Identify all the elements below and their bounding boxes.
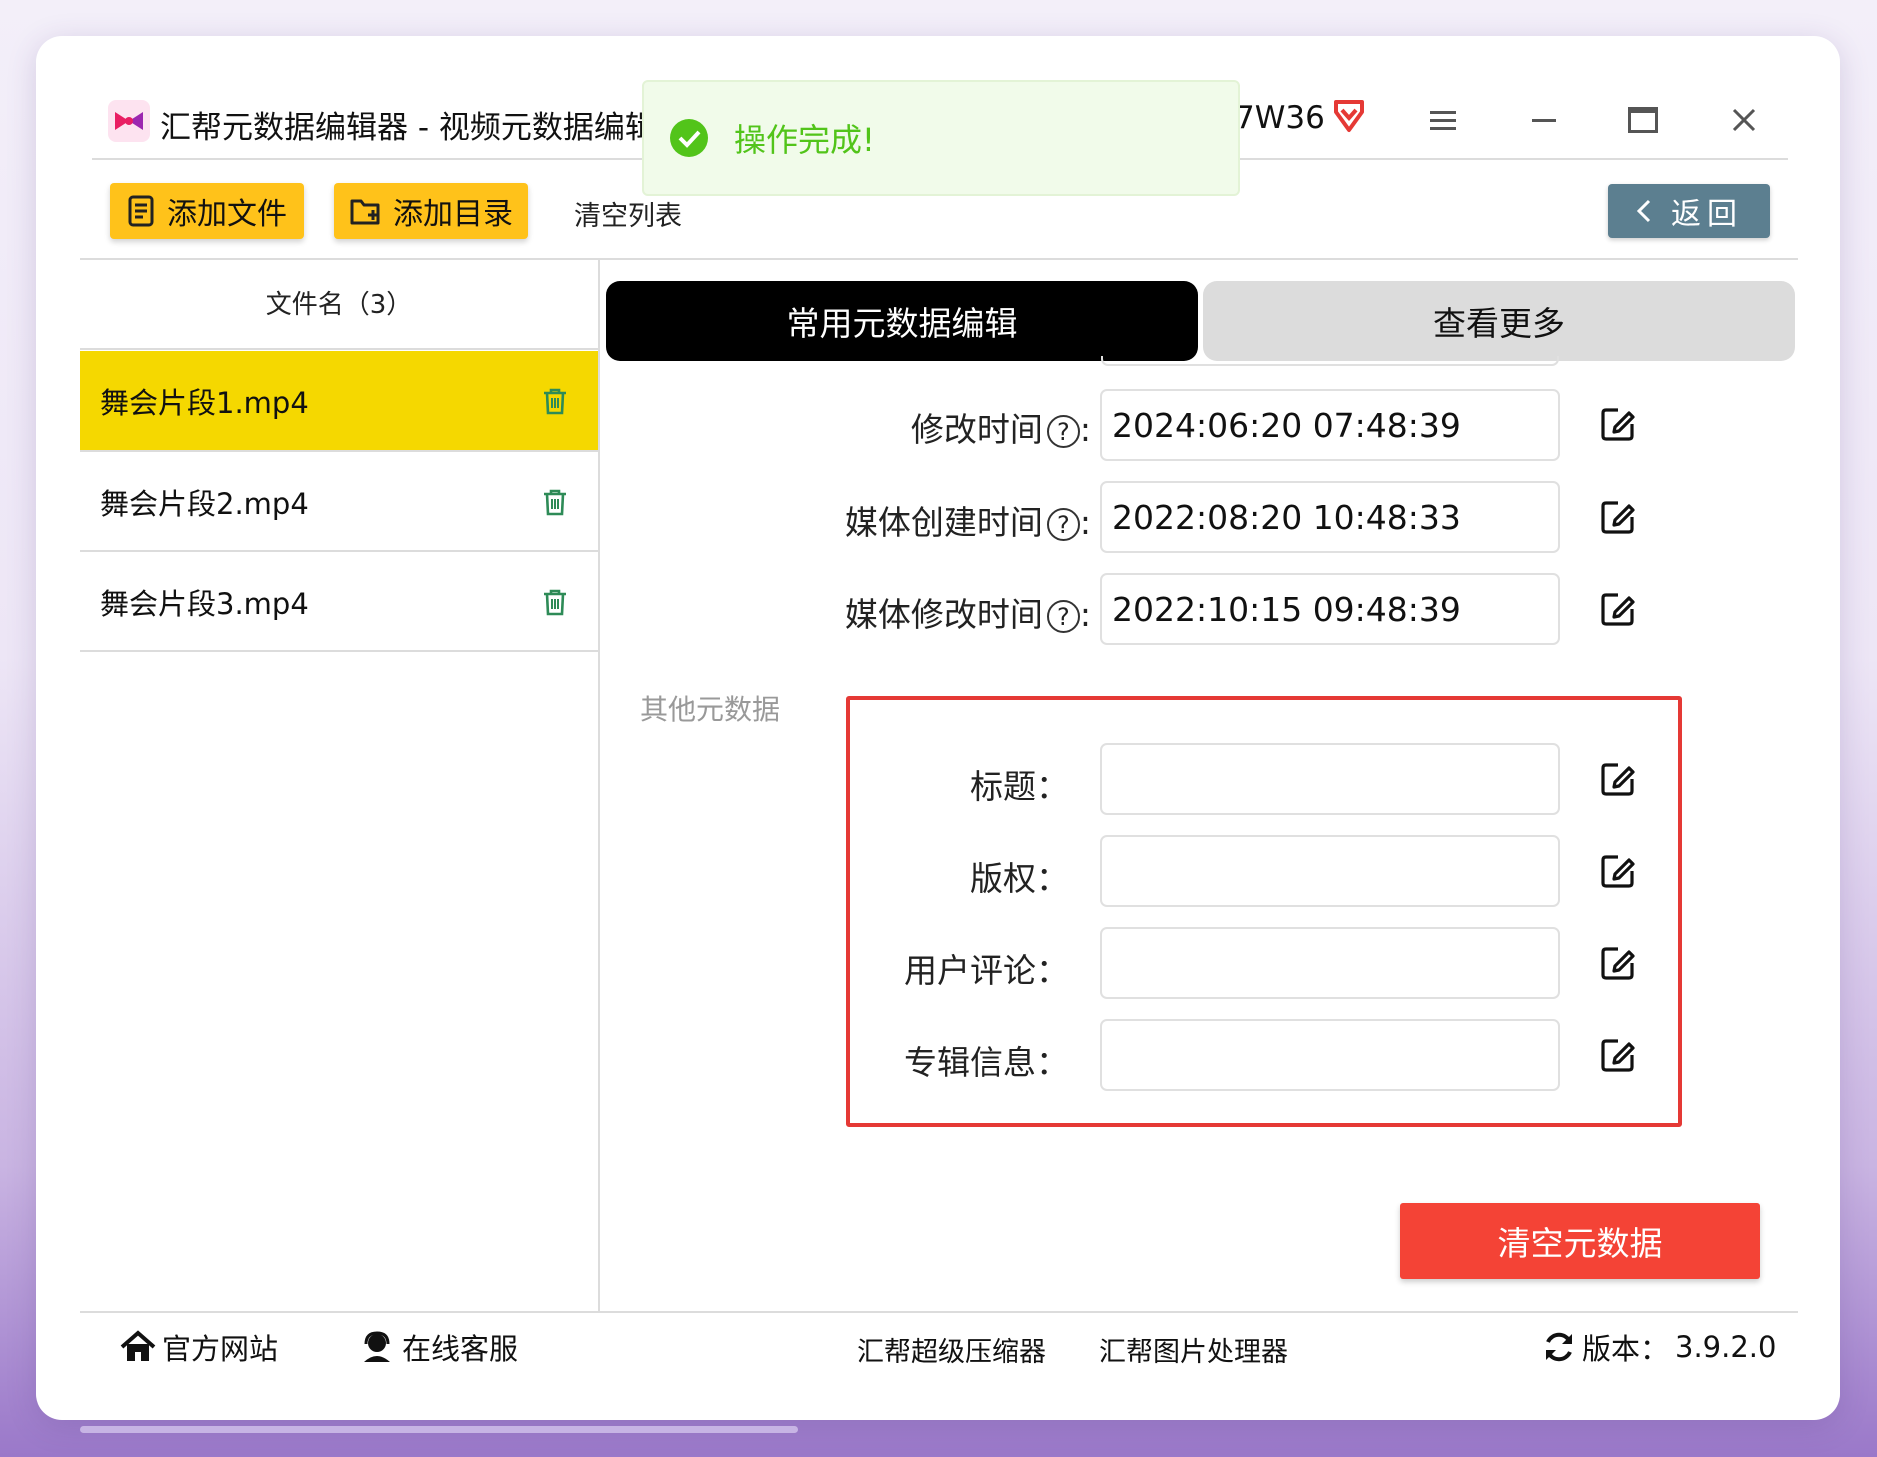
file-row-divider bbox=[80, 650, 598, 652]
add-file-button[interactable]: 添加文件 bbox=[110, 183, 304, 239]
success-toast: 操作完成! bbox=[642, 80, 1240, 196]
account-id-fragment: 7W36 bbox=[1235, 100, 1325, 136]
back-label: 返回 bbox=[1671, 197, 1743, 232]
trash-icon[interactable] bbox=[542, 488, 568, 516]
maximize-icon[interactable] bbox=[1628, 107, 1658, 133]
media-modify-time-input[interactable]: 2022:10:15 09:48:39 bbox=[1100, 573, 1560, 645]
file-list-header-divider bbox=[80, 348, 598, 350]
footer-divider bbox=[80, 1311, 1798, 1313]
version-info[interactable]: 版本： 3.9.2.0 bbox=[1542, 1326, 1776, 1368]
support-link[interactable]: 在线客服 bbox=[360, 1326, 518, 1368]
modify-time-label: 修改时间?: bbox=[910, 410, 1091, 449]
trash-icon[interactable] bbox=[542, 588, 568, 616]
file-list-item[interactable]: 舞会片段1.mp4 bbox=[80, 351, 598, 450]
copyright-input[interactable] bbox=[1100, 835, 1560, 907]
add-folder-button[interactable]: 添加目录 bbox=[334, 183, 528, 239]
check-circle-icon bbox=[670, 119, 708, 157]
version-label: 版本： bbox=[1582, 1332, 1670, 1366]
media-modify-time-label: 媒体修改时间?: bbox=[844, 595, 1091, 634]
red-diamond-icon[interactable] bbox=[1332, 98, 1366, 134]
refresh-icon bbox=[1546, 1332, 1572, 1362]
file-name: 舞会片段1.mp4 bbox=[100, 385, 309, 420]
file-name: 舞会片段3.mp4 bbox=[100, 586, 309, 621]
edit-icon[interactable] bbox=[1598, 497, 1638, 537]
album-info-input[interactable] bbox=[1100, 1019, 1560, 1091]
file-list-item[interactable]: 舞会片段3.mp4 bbox=[80, 552, 598, 651]
edit-icon[interactable] bbox=[1598, 851, 1638, 891]
title-input[interactable] bbox=[1100, 743, 1560, 815]
scrolled-input-edge bbox=[1101, 356, 1559, 366]
edit-icon[interactable] bbox=[1598, 589, 1638, 629]
customer-service-icon bbox=[364, 1331, 390, 1362]
edit-icon[interactable] bbox=[1598, 943, 1638, 983]
help-icon[interactable]: ? bbox=[1046, 600, 1080, 633]
toast-message: 操作完成! bbox=[734, 121, 875, 159]
help-icon[interactable]: ? bbox=[1046, 415, 1080, 448]
version-value: 3.9.2.0 bbox=[1675, 1330, 1777, 1364]
edit-icon[interactable] bbox=[1598, 759, 1638, 799]
tab-view-more[interactable]: 查看更多 bbox=[1203, 281, 1795, 361]
add-folder-label: 添加目录 bbox=[393, 197, 513, 232]
website-link[interactable]: 官方网站 bbox=[120, 1326, 278, 1368]
file-list-header: 文件名（3） bbox=[265, 290, 413, 320]
minimize-icon[interactable] bbox=[1532, 119, 1556, 122]
chevron-left-icon bbox=[1636, 199, 1651, 223]
media-create-time-label: 媒体创建时间?: bbox=[844, 503, 1091, 542]
help-icon[interactable]: ? bbox=[1046, 508, 1080, 541]
back-button[interactable]: 返回 bbox=[1608, 184, 1770, 238]
folder-add-icon bbox=[350, 199, 380, 225]
media-create-time-input[interactable]: 2022:08:20 10:48:33 bbox=[1100, 481, 1560, 553]
album-info-field-label: 专辑信息： bbox=[904, 1043, 1069, 1082]
other-metadata-title: 其他元数据 bbox=[640, 693, 781, 726]
add-file-label: 添加文件 bbox=[167, 197, 287, 232]
modify-time-input[interactable]: 2024:06:20 07:48:39 bbox=[1100, 389, 1560, 461]
app-logo-icon bbox=[108, 100, 150, 142]
user-comment-field-label: 用户评论： bbox=[904, 951, 1069, 990]
file-panel-divider bbox=[598, 260, 600, 1312]
file-list-item[interactable]: 舞会片段2.mp4 bbox=[80, 452, 598, 551]
title-field-label: 标题： bbox=[970, 767, 1069, 806]
edit-icon[interactable] bbox=[1598, 404, 1638, 444]
file-list-icon bbox=[128, 195, 154, 227]
close-icon[interactable] bbox=[1730, 106, 1758, 134]
horizontal-scrollbar[interactable] bbox=[80, 1426, 798, 1433]
hamburger-menu-icon[interactable] bbox=[1430, 110, 1456, 132]
user-comment-input[interactable] bbox=[1100, 927, 1560, 999]
copyright-field-label: 版权： bbox=[970, 859, 1069, 898]
edit-icon[interactable] bbox=[1598, 1035, 1638, 1075]
website-label: 官方网站 bbox=[162, 1332, 279, 1366]
clear-list-button[interactable]: 清空列表 bbox=[574, 194, 682, 233]
image-tool-link[interactable]: 汇帮图片处理器 bbox=[1099, 1330, 1288, 1369]
home-icon bbox=[120, 1330, 156, 1361]
app-title: 汇帮元数据编辑器 - 视频元数据编辑 bbox=[160, 110, 656, 146]
compressor-link[interactable]: 汇帮超级压缩器 bbox=[857, 1330, 1046, 1369]
clear-metadata-button[interactable]: 清空元数据 bbox=[1400, 1203, 1760, 1279]
toolbar-divider bbox=[80, 258, 1798, 260]
trash-icon[interactable] bbox=[542, 387, 568, 415]
tab-common-metadata[interactable]: 常用元数据编辑 bbox=[606, 281, 1198, 361]
file-name: 舞会片段2.mp4 bbox=[100, 486, 309, 521]
support-label: 在线客服 bbox=[402, 1332, 519, 1366]
